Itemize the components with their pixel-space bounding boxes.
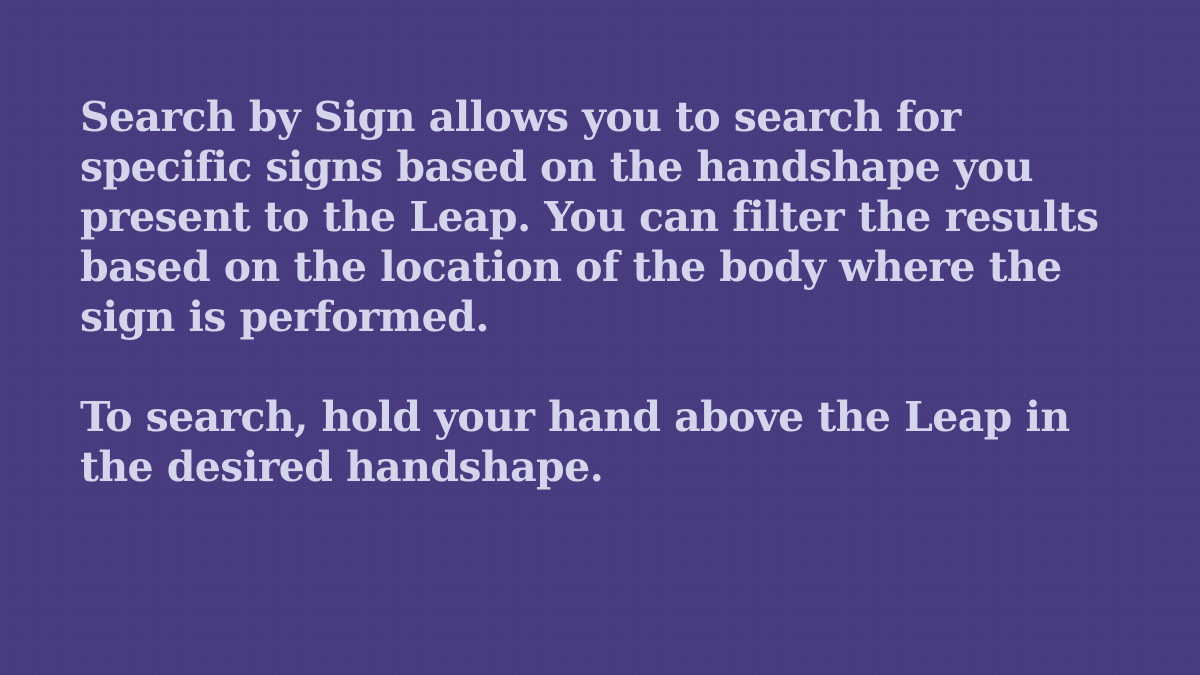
instructions-text-block: Search by Sign allows you to search for … [80, 92, 1140, 492]
intro-paragraph: Search by Sign allows you to search for … [80, 93, 1099, 341]
instruction-screen: Search by Sign allows you to search for … [0, 0, 1200, 675]
how-to-paragraph: To search, hold your hand above the Leap… [80, 393, 1070, 491]
